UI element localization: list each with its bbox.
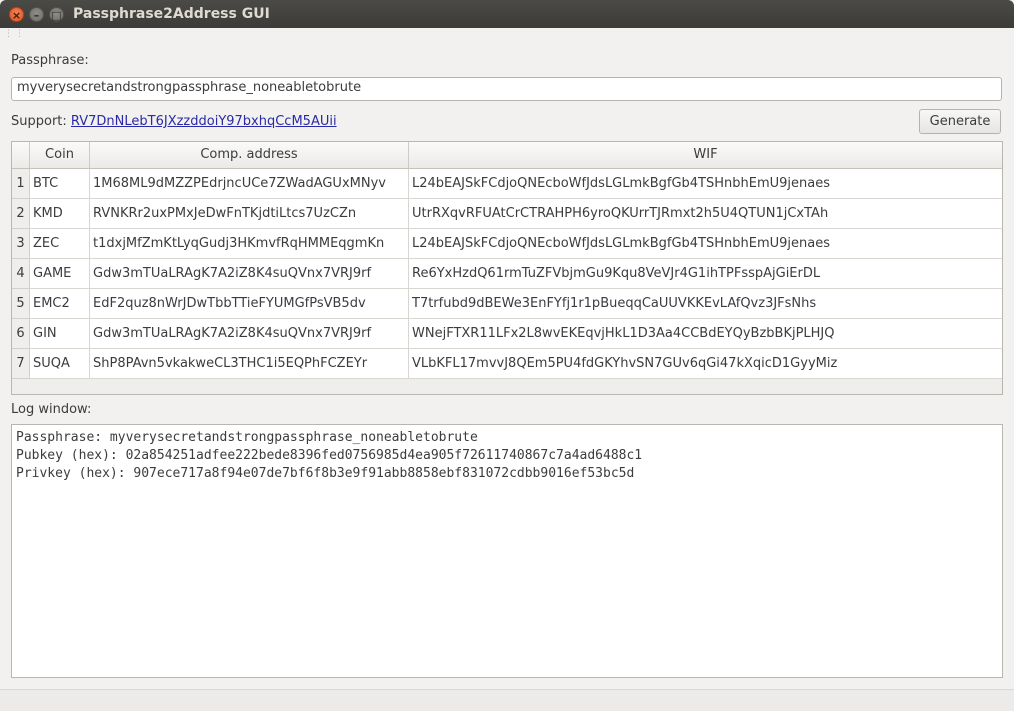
- log-label: Log window:: [11, 402, 92, 417]
- window-title: Passphrase2Address GUI: [73, 6, 270, 22]
- address-cell[interactable]: RVNKRr2uxPMxJeDwFnTKjdtiLtcs7UzCZn: [90, 199, 409, 229]
- generate-button[interactable]: Generate: [919, 109, 1001, 134]
- coin-cell[interactable]: KMD: [30, 199, 90, 229]
- log-line: Privkey (hex): 907ece717a8f94e07de7bf6f8…: [16, 466, 635, 481]
- coin-cell[interactable]: ZEC: [30, 229, 90, 259]
- row-number: 2: [12, 199, 30, 229]
- support-row: Support: RV7DnNLebT6JXzzddoiY97bxhqCcM5A…: [11, 114, 337, 129]
- table-row[interactable]: 7 SUQA ShP8PAvn5vkakweCL3THC1i5EQPhFCZEY…: [12, 349, 1002, 379]
- address-cell[interactable]: t1dxjMfZmKtLyqGudj3HKmvfRqHMMEqgmKn: [90, 229, 409, 259]
- wif-cell[interactable]: L24bEAJSkFCdjoQNEcboWfJdsLGLmkBgfGb4TSHn…: [409, 169, 1002, 199]
- address-cell[interactable]: ShP8PAvn5vkakweCL3THC1i5EQPhFCZEYr: [90, 349, 409, 379]
- log-line: Passphrase: myverysecretandstrongpassphr…: [16, 430, 478, 445]
- log-line: Pubkey (hex): 02a854251adfee222bede8396f…: [16, 448, 643, 463]
- coin-cell[interactable]: EMC2: [30, 289, 90, 319]
- status-bar: [0, 689, 1014, 711]
- wif-cell[interactable]: L24bEAJSkFCdjoQNEcboWfJdsLGLmkBgfGb4TSHn…: [409, 229, 1002, 259]
- table-footer: [12, 379, 1002, 394]
- address-cell[interactable]: EdF2quz8nWrJDwTbbTTieFYUMGfPsVB5dv: [90, 289, 409, 319]
- table-row[interactable]: 4 GAME Gdw3mTUaLRAgK7A2iZ8K4suQVnx7VRJ9r…: [12, 259, 1002, 289]
- wif-cell[interactable]: VLbKFL17mvvJ8QEm5PU4fdGKYhvSN7GUv6qGi47k…: [409, 349, 1002, 379]
- table-row[interactable]: 5 EMC2 EdF2quz8nWrJDwTbbTTieFYUMGfPsVB5d…: [12, 289, 1002, 319]
- address-cell[interactable]: Gdw3mTUaLRAgK7A2iZ8K4suQVnx7VRJ9rf: [90, 319, 409, 349]
- table-row[interactable]: 6 GIN Gdw3mTUaLRAgK7A2iZ8K4suQVnx7VRJ9rf…: [12, 319, 1002, 349]
- wif-cell[interactable]: UtrRXqvRFUAtCrCTRAHPH6yroQKUrrTJRmxt2h5U…: [409, 199, 1002, 229]
- address-cell[interactable]: 1M68ML9dMZZPEdrjncUCe7ZWadAGUxMNyv: [90, 169, 409, 199]
- column-header-wif[interactable]: WIF: [409, 142, 1002, 169]
- row-number: 7: [12, 349, 30, 379]
- maximize-icon[interactable]: □: [49, 7, 64, 22]
- column-header-coin[interactable]: Coin: [30, 142, 90, 169]
- wif-cell[interactable]: Re6YxHzdQ61rmTuZFVbjmGu9Kqu8VeVJr4G1ihTP…: [409, 259, 1002, 289]
- row-number: 6: [12, 319, 30, 349]
- row-number: 1: [12, 169, 30, 199]
- log-window[interactable]: Passphrase: myverysecretandstrongpassphr…: [11, 424, 1003, 678]
- coin-cell[interactable]: GAME: [30, 259, 90, 289]
- table-row[interactable]: 3 ZEC t1dxjMfZmKtLyqGudj3HKmvfRqHMMEqgmK…: [12, 229, 1002, 259]
- table-row[interactable]: 2 KMD RVNKRr2uxPMxJeDwFnTKjdtiLtcs7UzCZn…: [12, 199, 1002, 229]
- wif-cell[interactable]: T7trfubd9dBEWe3EnFYfj1r1pBueqqCaUUVKKEvL…: [409, 289, 1002, 319]
- coin-cell[interactable]: GIN: [30, 319, 90, 349]
- address-cell[interactable]: Gdw3mTUaLRAgK7A2iZ8K4suQVnx7VRJ9rf: [90, 259, 409, 289]
- minimize-icon[interactable]: –: [29, 7, 44, 22]
- coin-cell[interactable]: SUQA: [30, 349, 90, 379]
- row-number: 4: [12, 259, 30, 289]
- passphrase-label: Passphrase:: [11, 53, 89, 68]
- wif-cell[interactable]: WNejFTXR11LFx2L8wvEKEqvjHkL1D3Aa4CCBdEYQ…: [409, 319, 1002, 349]
- toolbar-grip-icon: ⋮⋮: [4, 29, 26, 39]
- column-header-address[interactable]: Comp. address: [90, 142, 409, 169]
- passphrase-input[interactable]: myverysecretandstrongpassphrase_noneable…: [11, 77, 1002, 101]
- row-number: 5: [12, 289, 30, 319]
- support-link[interactable]: RV7DnNLebT6JXzzddoiY97bxhqCcM5AUii: [71, 114, 337, 129]
- support-label: Support:: [11, 114, 67, 129]
- results-table: Coin Comp. address WIF 1 BTC 1M68ML9dMZZ…: [11, 141, 1003, 395]
- title-bar: × – □ Passphrase2Address GUI: [0, 0, 1014, 28]
- table-corner[interactable]: [12, 142, 30, 169]
- coin-cell[interactable]: BTC: [30, 169, 90, 199]
- close-icon[interactable]: ×: [9, 7, 24, 22]
- table-row[interactable]: 1 BTC 1M68ML9dMZZPEdrjncUCe7ZWadAGUxMNyv…: [12, 169, 1002, 199]
- row-number: 3: [12, 229, 30, 259]
